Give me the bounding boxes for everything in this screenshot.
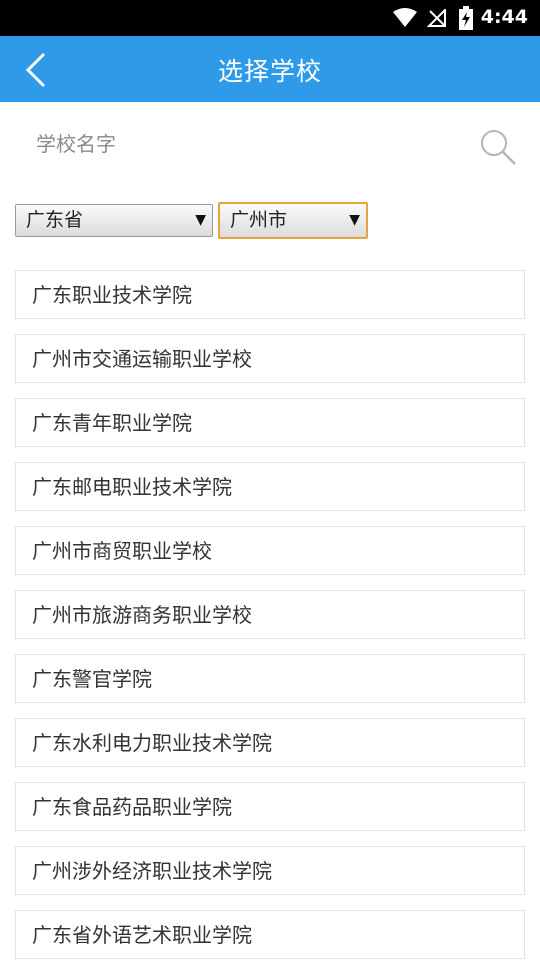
school-list-item[interactable]: 广东食品药品职业学院 [15, 782, 525, 831]
school-list-item[interactable]: 广东青年职业学院 [15, 398, 525, 447]
school-list-item[interactable]: 广州市旅游商务职业学校 [15, 590, 525, 639]
search-icon[interactable] [478, 127, 518, 167]
school-list-item[interactable]: 广东水利电力职业技术学院 [15, 718, 525, 767]
search-input[interactable] [20, 122, 440, 166]
dropdown-arrow-icon: ▼ [349, 212, 360, 228]
app-bar: 选择学校 [0, 36, 540, 102]
school-list-item[interactable]: 广州市交通运输职业学校 [15, 334, 525, 383]
city-select[interactable]: 广州市 ▼ [218, 202, 368, 239]
school-list-item[interactable]: 广东省外语艺术职业学院 [15, 910, 525, 959]
city-select-value: 广州市 [230, 209, 288, 231]
school-list-item[interactable]: 广州涉外经济职业技术学院 [15, 846, 525, 895]
search-bar [0, 102, 540, 186]
school-list: 广东职业技术学院 广州市交通运输职业学校 广东青年职业学院 广东邮电职业技术学院… [15, 270, 525, 960]
school-list-item[interactable]: 广东职业技术学院 [15, 270, 525, 319]
status-bar: 4:44 [0, 0, 540, 36]
page-title: 选择学校 [217, 57, 322, 86]
status-time: 4:44 [480, 6, 528, 28]
battery-charging-icon [459, 6, 473, 30]
wifi-icon [393, 8, 417, 27]
school-list-item[interactable]: 广东警官学院 [15, 654, 525, 703]
province-select[interactable]: 广东省 ▼ [15, 204, 213, 237]
school-list-item[interactable]: 广州市商贸职业学校 [15, 526, 525, 575]
dropdown-arrow-icon: ▼ [195, 212, 206, 228]
province-select-value: 广东省 [26, 209, 84, 231]
no-signal-icon [427, 9, 446, 27]
school-list-item[interactable]: 广东邮电职业技术学院 [15, 462, 525, 511]
